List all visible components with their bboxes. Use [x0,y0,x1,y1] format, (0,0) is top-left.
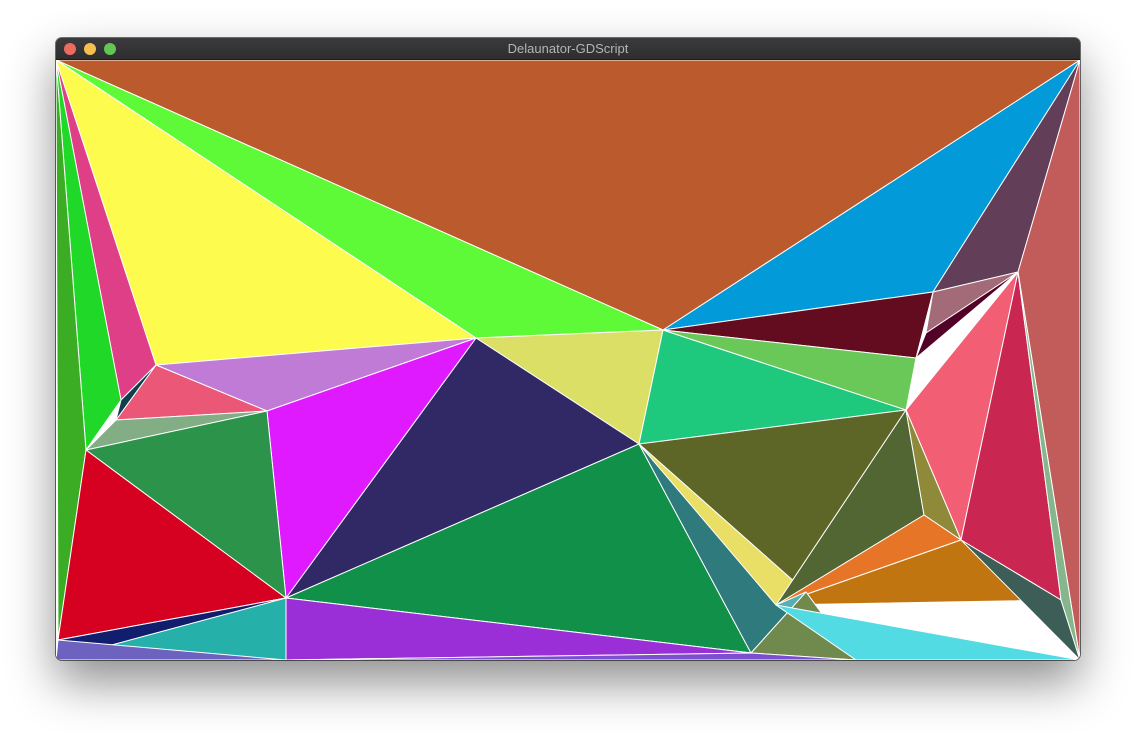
app-window: Delaunator-GDScript [56,38,1080,660]
game-viewport[interactable] [56,60,1080,660]
title-bar[interactable]: Delaunator-GDScript [56,38,1080,60]
delaunay-triangulation [56,60,1080,660]
window-title: Delaunator-GDScript [507,41,629,56]
